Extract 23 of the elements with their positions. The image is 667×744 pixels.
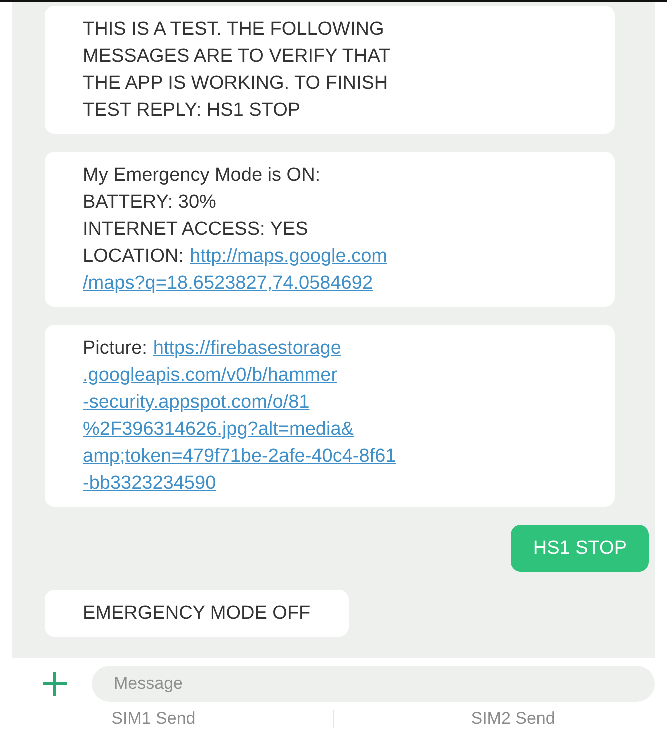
message-text: MESSAGES ARE TO VERIFY THAT	[83, 45, 391, 69]
message-link[interactable]: http://maps.google.com	[190, 243, 388, 270]
message-text: INTERNET ACCESS: YES	[83, 218, 308, 242]
message-text: THE APP IS WORKING. TO FINISH	[83, 72, 388, 96]
message-text: HS1 STOP	[533, 537, 627, 561]
message-link[interactable]: /maps?q=18.6523827,74.0584692	[83, 270, 374, 297]
message-link[interactable]: .googleapis.com/v0/b/hammer	[83, 362, 338, 389]
message-link[interactable]: -bb3323234590	[83, 470, 216, 497]
message-link[interactable]: -security.appspot.com/o/81	[83, 389, 310, 416]
message-field[interactable]: Message	[92, 666, 655, 702]
message-text: My Emergency Mode is ON:	[83, 164, 321, 188]
message-text: Picture:	[83, 337, 148, 361]
message-text: THIS IS A TEST. THE FOLLOWING	[83, 18, 384, 42]
message-link[interactable]: https://firebasestorage	[153, 335, 342, 362]
message-text: TEST REPLY: HS1 STOP	[83, 99, 301, 123]
message-link[interactable]: %2F396314626.jpg?alt=media&	[83, 416, 354, 443]
send-button[interactable]: SIM1 Send	[106, 708, 202, 730]
message-link[interactable]: amp;token=479f71be-2afe-40c4-8f61	[83, 443, 396, 470]
message-text: EMERGENCY MODE OFF	[83, 602, 311, 626]
send-button[interactable]: SIM2 Send	[465, 708, 562, 730]
add-icon[interactable]	[40, 669, 70, 699]
message-text: BATTERY: 30%	[83, 191, 216, 215]
message-text: LOCATION:	[83, 245, 184, 269]
